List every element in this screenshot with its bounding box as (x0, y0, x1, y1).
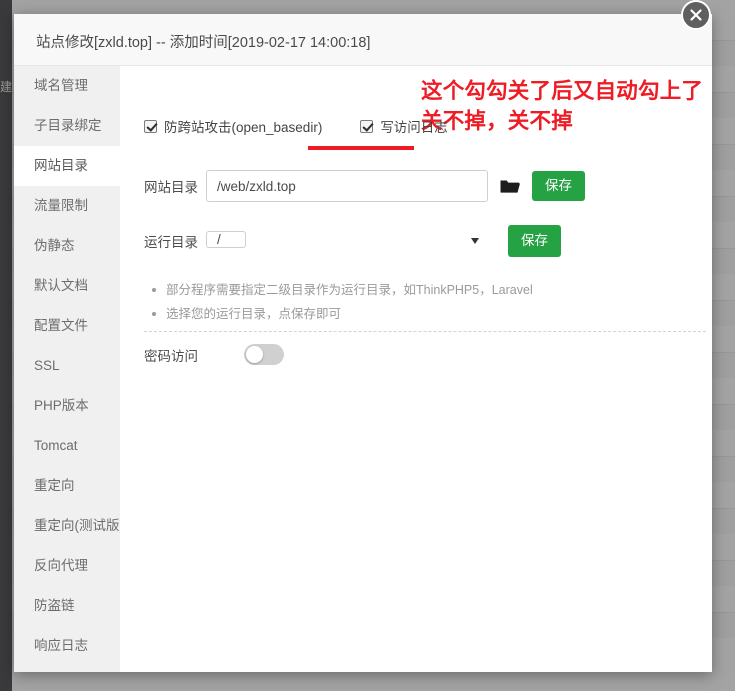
modal-title: 站点修改[zxld.top] -- 添加时间[2019-02-17 14:00:… (36, 35, 371, 51)
sidebar-item-domain[interactable]: 域名管理 (14, 66, 120, 106)
sidebar-item-ssl[interactable]: SSL (14, 346, 120, 386)
chevron-down-icon (471, 238, 479, 244)
checkbox-label: 写访问日志 (380, 120, 448, 135)
sidebar-item-label: 配置文件 (34, 318, 88, 333)
sidebar-item-response-log[interactable]: 响应日志 (14, 626, 120, 666)
sidebar-item-label: SSL (34, 358, 60, 373)
sidebar-item-label: 网站目录 (34, 158, 88, 173)
run-directory-label: 运行目录 (144, 235, 198, 250)
sidebar-item-subdir-bind[interactable]: 子目录绑定 (14, 106, 120, 146)
modal-header: 站点修改[zxld.top] -- 添加时间[2019-02-17 14:00:… (14, 14, 712, 66)
sidebar-item-label: 重定向(测试版) (34, 518, 124, 533)
hint-item: 部分程序需要指定二级目录作为运行目录，如ThinkPHP5，Laravel (148, 278, 708, 302)
run-directory-row: 运行目录 / 保存 (144, 225, 561, 257)
hint-item: 选择您的运行目录，点保存即可 (148, 302, 708, 326)
sidebar-item-tomcat[interactable]: Tomcat (14, 426, 120, 466)
password-access-label: 密码访问 (144, 348, 198, 364)
section-divider (144, 331, 706, 332)
sidebar-item-rewrite[interactable]: 伪静态 (14, 226, 120, 266)
sidebar-item-label: 伪静态 (34, 238, 75, 253)
sidebar-item-label: 防盗链 (34, 598, 75, 613)
hint-list: 部分程序需要指定二级目录作为运行目录，如ThinkPHP5，Laravel 选择… (148, 278, 708, 326)
sidebar-item-site-dir[interactable]: 网站目录 (14, 146, 120, 186)
sidebar-item-label: 域名管理 (34, 78, 88, 93)
run-directory-select[interactable]: / (206, 231, 246, 248)
site-directory-input[interactable] (206, 170, 488, 202)
red-underline-marker (308, 146, 414, 150)
checkbox-label: 防跨站攻击(open_basedir) (164, 120, 323, 135)
run-directory-save-button[interactable]: 保存 (508, 225, 561, 257)
site-directory-label: 网站目录 (144, 180, 198, 195)
sidebar-item-php-version[interactable]: PHP版本 (14, 386, 120, 426)
sidebar-item-label: 反向代理 (34, 558, 88, 573)
sidebar-item-default-doc[interactable]: 默认文档 (14, 266, 120, 306)
sidebar-item-label: 子目录绑定 (34, 118, 102, 133)
sidebar-item-label: Tomcat (34, 438, 78, 453)
run-directory-select-wrap: / (206, 225, 488, 257)
sidebar-item-label: 流量限制 (34, 198, 88, 213)
options-checkbox-row: 防跨站攻击(open_basedir) 写访问日志 (144, 116, 486, 136)
sidebar-item-anti-leech[interactable]: 防盗链 (14, 586, 120, 626)
site-directory-row: 网站目录 保存 (144, 170, 585, 202)
sidebar-item-redirect[interactable]: 重定向 (14, 466, 120, 506)
sidebar-item-redirect-beta[interactable]: 重定向(测试版) (14, 506, 124, 546)
sidebar-item-label: 响应日志 (34, 638, 88, 653)
site-edit-modal: 站点修改[zxld.top] -- 添加时间[2019-02-17 14:00:… (14, 14, 712, 672)
modal-body: 这个勾勾关了后又自动勾上了 关不掉，关不掉 防跨站攻击(open_basedir… (120, 66, 712, 672)
password-access-row: 密码访问 (144, 344, 284, 365)
site-directory-save-button[interactable]: 保存 (532, 171, 585, 201)
toggle-knob (246, 346, 263, 363)
folder-icon[interactable] (500, 176, 520, 196)
sidebar-item-label: 重定向 (34, 478, 75, 493)
sidebar-item-label: PHP版本 (34, 398, 89, 413)
sidebar-item-label: 默认文档 (34, 278, 88, 293)
sidebar-item-config-file[interactable]: 配置文件 (14, 306, 120, 346)
red-annotation-line1: 这个勾勾关了后又自动勾上了 (421, 79, 704, 103)
checkbox-open-basedir[interactable]: 防跨站攻击(open_basedir) (144, 116, 322, 136)
close-icon (690, 9, 702, 21)
checkbox-write-access-log[interactable]: 写访问日志 (360, 116, 448, 136)
password-access-toggle[interactable] (244, 344, 284, 365)
modal-sidenav: 域名管理 子目录绑定 网站目录 流量限制 伪静态 默认文档 配置文件 SSL P… (14, 66, 124, 672)
close-button[interactable] (681, 0, 711, 30)
sidebar-item-reverse-proxy[interactable]: 反向代理 (14, 546, 120, 586)
checkbox-box-icon[interactable] (360, 119, 374, 133)
checkbox-box-icon[interactable] (144, 119, 157, 133)
sidebar-item-traffic-limit[interactable]: 流量限制 (14, 186, 120, 226)
